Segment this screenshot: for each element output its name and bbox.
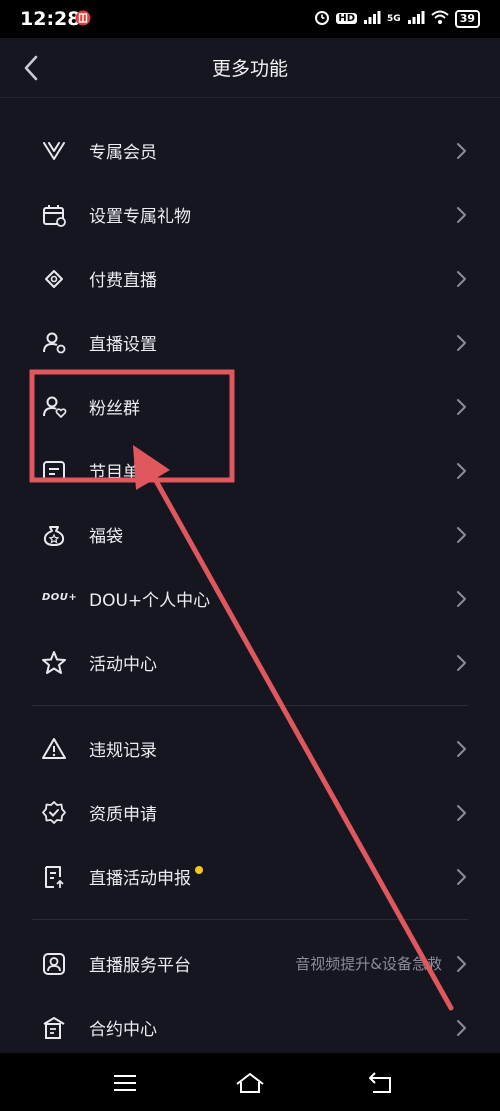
status-icons: HD 5G 39 [314,9,480,28]
menu-item-label: 付费直播 [89,271,157,291]
menu-item-activity-report[interactable]: 直播活动申报 [32,845,472,909]
menu-item-qualification[interactable]: 资质申请 [32,781,472,845]
hamburger-icon [114,1075,136,1091]
menu-item-paid-live[interactable]: 付费直播 [32,247,472,311]
chevron-right-icon [456,867,468,887]
nav-divider [0,97,500,98]
menu-item-label: 直播设置 [89,335,157,355]
menu-item-fan-group[interactable]: 粉丝群 [32,375,472,439]
document-upload-icon [40,863,68,891]
menu-item-label: 直播活动申报 [89,864,203,889]
chevron-right-icon [456,589,468,609]
home-icon [236,1073,264,1093]
vip-v-icon [40,137,68,165]
menu-item-label: 设置专属礼物 [89,207,191,227]
menu-item-subtitle: 音视频提升&设备急救 [295,955,442,973]
menu-button[interactable] [109,1067,141,1099]
signal-2-icon [407,10,425,27]
back-nav-button[interactable] [365,1067,397,1099]
home-button[interactable] [234,1067,266,1099]
lucky-bag-icon [40,521,68,549]
menu-item-violation-record[interactable]: 违规记录 [32,717,472,781]
star-icon [40,649,68,677]
return-icon [369,1072,391,1093]
user-heart-icon [40,393,68,421]
menu-item-program-list[interactable]: 节目单 [32,439,472,503]
chevron-right-icon [456,803,468,823]
section-divider [32,919,468,920]
gift-calendar-icon [40,201,68,229]
menu-item-live-settings[interactable]: 直播设置 [32,311,472,375]
menu-item-label: 福袋 [89,527,123,547]
menu-item-contract-center[interactable]: 合约中心 [32,996,472,1060]
menu-item-vip[interactable]: 专属会员 [32,119,472,183]
chevron-right-icon [456,269,468,289]
section-divider [32,705,468,706]
menu-item-label: DOU+个人中心 [89,591,211,611]
page-title: 更多功能 [211,58,288,80]
menu-item-label: 违规记录 [89,741,157,761]
chevron-right-icon [456,1018,468,1038]
menu-item-label: 活动中心 [89,655,157,675]
menu-item-lucky-bag[interactable]: 福袋 [32,503,472,567]
system-nav-bar [0,1053,500,1111]
menu-item-exclusive-gift[interactable]: 设置专属礼物 [32,183,472,247]
user-settings-icon [40,329,68,357]
wifi-icon [431,10,449,27]
chevron-right-icon [456,739,468,759]
alarm-icon [314,9,330,28]
top-nav-bar: 更多功能 [0,38,500,98]
network-5g-label: 5G [387,13,401,24]
hd-icon: HD [336,13,358,24]
status-bar: 12:28 HD 5G 39 [0,0,500,38]
chevron-right-icon [456,653,468,673]
battery-indicator: 39 [454,9,480,28]
menu-item-label: 专属会员 [89,143,157,163]
signal-1-icon [363,10,381,27]
ticket-icon [40,265,68,293]
chevron-right-icon [456,141,468,161]
status-time: 12:28 [20,8,81,30]
dou-plus-logo: DOU+ [42,592,78,603]
chevron-right-icon [456,333,468,353]
menu-item-label-text: 直播活动申报 [89,869,191,889]
chevron-right-icon [456,954,468,974]
menu-item-label: 节目单 [89,463,140,483]
service-user-icon [40,950,68,978]
badge-check-icon [40,799,68,827]
menu-item-activity-center[interactable]: 活动中心 [32,631,472,695]
chevron-right-icon [456,397,468,417]
new-badge-dot [195,866,203,874]
menu-item-label: 直播服务平台 [89,956,191,976]
menu-item-live-service-platform[interactable]: 直播服务平台 音视频提升&设备急救 [32,932,472,996]
menu-item-label: 合约中心 [89,1020,157,1040]
chevron-right-icon [456,461,468,481]
contract-building-icon [40,1014,68,1042]
app-notification-icon [75,10,91,30]
chevron-right-icon [456,525,468,545]
chevron-right-icon [456,205,468,225]
menu-item-label: 粉丝群 [89,399,140,419]
program-list-icon [40,457,68,485]
warning-icon [40,735,68,763]
menu-item-dou-plus[interactable]: DOU+ DOU+个人中心 [32,567,472,631]
menu-item-label: 资质申请 [89,805,157,825]
